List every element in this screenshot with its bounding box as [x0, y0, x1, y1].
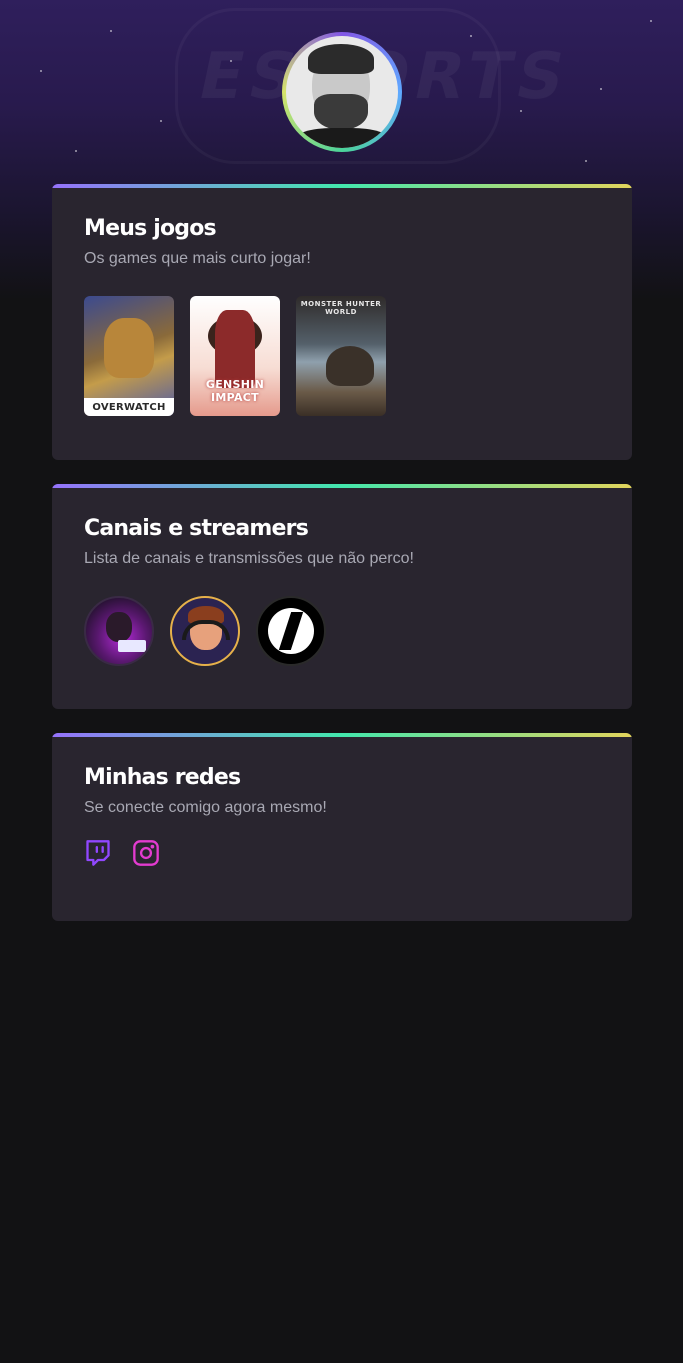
channel-avatar-3[interactable] [256, 596, 326, 666]
channels-subtitle: Lista de canais e transmissões que não p… [84, 550, 414, 567]
channels-title: Canais e streamers [84, 516, 309, 541]
profile-avatar [282, 32, 402, 152]
games-card: Meus jogos Os games que mais curto jogar… [52, 184, 632, 460]
instagram-link[interactable] [132, 839, 160, 867]
channels-list [84, 596, 600, 666]
games-list: OVERWATCH GENSHIN IMPACT MONSTER HUNTER … [84, 296, 600, 416]
games-subtitle: Os games que mais curto jogar! [84, 250, 311, 267]
avatar-photo [286, 36, 398, 148]
game-monster-hunter[interactable]: MONSTER HUNTER WORLD [296, 296, 386, 416]
channel-avatar-2[interactable] [170, 596, 240, 666]
game-caption: MONSTER HUNTER WORLD [300, 300, 382, 316]
game-overwatch[interactable]: OVERWATCH [84, 296, 174, 416]
games-title: Meus jogos [84, 216, 217, 241]
instagram-icon [133, 840, 159, 866]
game-caption: OVERWATCH [92, 402, 166, 413]
social-links [84, 839, 600, 867]
game-genshin-impact[interactable]: GENSHIN IMPACT [190, 296, 280, 416]
social-card: Minhas redes Se conecte comigo agora mes… [52, 733, 632, 921]
social-title: Minhas redes [84, 765, 241, 790]
social-subtitle: Se conecte comigo agora mesmo! [84, 799, 327, 816]
channel-avatar-1[interactable] [84, 596, 154, 666]
twitch-link[interactable] [84, 839, 112, 867]
twitch-icon [86, 840, 110, 866]
channels-card: Canais e streamers Lista de canais e tra… [52, 484, 632, 709]
game-caption: GENSHIN IMPACT [205, 378, 265, 404]
